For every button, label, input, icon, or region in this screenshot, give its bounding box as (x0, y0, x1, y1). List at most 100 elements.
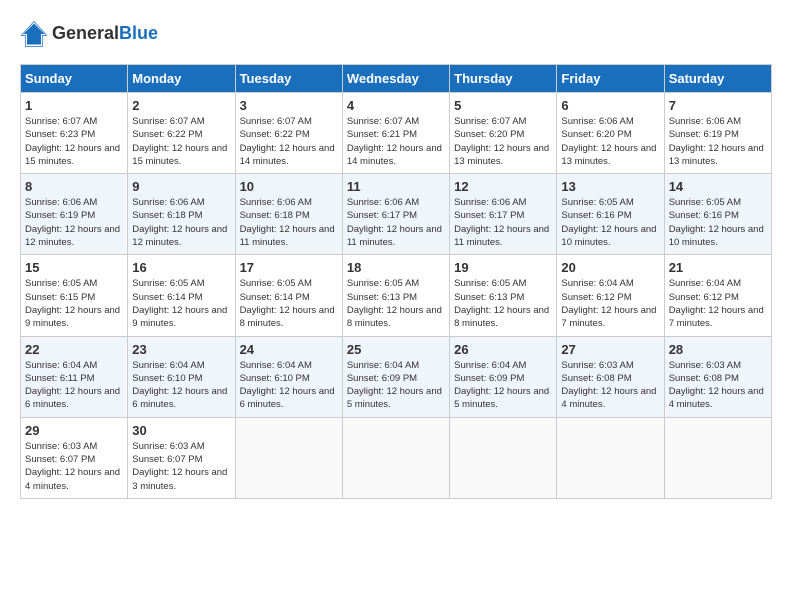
day-info: Sunrise: 6:04 AM Sunset: 6:12 PM Dayligh… (561, 277, 659, 330)
day-number: 22 (25, 342, 123, 357)
day-cell: 24 Sunrise: 6:04 AM Sunset: 6:10 PM Dayl… (235, 336, 342, 417)
day-cell: 22 Sunrise: 6:04 AM Sunset: 6:11 PM Dayl… (21, 336, 128, 417)
day-cell: 16 Sunrise: 6:05 AM Sunset: 6:14 PM Dayl… (128, 255, 235, 336)
day-cell: 4 Sunrise: 6:07 AM Sunset: 6:21 PM Dayli… (342, 93, 449, 174)
day-info: Sunrise: 6:05 AM Sunset: 6:15 PM Dayligh… (25, 277, 123, 330)
day-number: 2 (132, 98, 230, 113)
day-cell: 5 Sunrise: 6:07 AM Sunset: 6:20 PM Dayli… (450, 93, 557, 174)
day-cell: 3 Sunrise: 6:07 AM Sunset: 6:22 PM Dayli… (235, 93, 342, 174)
day-number: 26 (454, 342, 552, 357)
day-number: 1 (25, 98, 123, 113)
day-cell: 17 Sunrise: 6:05 AM Sunset: 6:14 PM Dayl… (235, 255, 342, 336)
col-header-saturday: Saturday (664, 65, 771, 93)
day-number: 5 (454, 98, 552, 113)
day-number: 17 (240, 260, 338, 275)
day-number: 11 (347, 179, 445, 194)
day-info: Sunrise: 6:07 AM Sunset: 6:20 PM Dayligh… (454, 115, 552, 168)
logo-icon (20, 20, 48, 48)
day-info: Sunrise: 6:05 AM Sunset: 6:13 PM Dayligh… (454, 277, 552, 330)
day-cell (235, 417, 342, 498)
day-info: Sunrise: 6:03 AM Sunset: 6:08 PM Dayligh… (669, 359, 767, 412)
day-info: Sunrise: 6:07 AM Sunset: 6:23 PM Dayligh… (25, 115, 123, 168)
day-cell: 9 Sunrise: 6:06 AM Sunset: 6:18 PM Dayli… (128, 174, 235, 255)
day-number: 30 (132, 423, 230, 438)
day-cell: 6 Sunrise: 6:06 AM Sunset: 6:20 PM Dayli… (557, 93, 664, 174)
day-info: Sunrise: 6:03 AM Sunset: 6:07 PM Dayligh… (25, 440, 123, 493)
day-number: 10 (240, 179, 338, 194)
day-cell: 18 Sunrise: 6:05 AM Sunset: 6:13 PM Dayl… (342, 255, 449, 336)
day-info: Sunrise: 6:05 AM Sunset: 6:14 PM Dayligh… (240, 277, 338, 330)
day-number: 16 (132, 260, 230, 275)
day-number: 29 (25, 423, 123, 438)
day-info: Sunrise: 6:06 AM Sunset: 6:18 PM Dayligh… (240, 196, 338, 249)
day-cell: 27 Sunrise: 6:03 AM Sunset: 6:08 PM Dayl… (557, 336, 664, 417)
col-header-friday: Friday (557, 65, 664, 93)
day-cell: 21 Sunrise: 6:04 AM Sunset: 6:12 PM Dayl… (664, 255, 771, 336)
day-cell: 19 Sunrise: 6:05 AM Sunset: 6:13 PM Dayl… (450, 255, 557, 336)
week-row-3: 15 Sunrise: 6:05 AM Sunset: 6:15 PM Dayl… (21, 255, 772, 336)
day-cell: 12 Sunrise: 6:06 AM Sunset: 6:17 PM Dayl… (450, 174, 557, 255)
day-info: Sunrise: 6:04 AM Sunset: 6:12 PM Dayligh… (669, 277, 767, 330)
day-cell (342, 417, 449, 498)
week-row-2: 8 Sunrise: 6:06 AM Sunset: 6:19 PM Dayli… (21, 174, 772, 255)
day-info: Sunrise: 6:06 AM Sunset: 6:19 PM Dayligh… (669, 115, 767, 168)
day-number: 21 (669, 260, 767, 275)
day-cell: 26 Sunrise: 6:04 AM Sunset: 6:09 PM Dayl… (450, 336, 557, 417)
day-info: Sunrise: 6:07 AM Sunset: 6:22 PM Dayligh… (240, 115, 338, 168)
day-info: Sunrise: 6:04 AM Sunset: 6:09 PM Dayligh… (347, 359, 445, 412)
week-row-4: 22 Sunrise: 6:04 AM Sunset: 6:11 PM Dayl… (21, 336, 772, 417)
day-cell: 11 Sunrise: 6:06 AM Sunset: 6:17 PM Dayl… (342, 174, 449, 255)
day-info: Sunrise: 6:07 AM Sunset: 6:21 PM Dayligh… (347, 115, 445, 168)
day-cell: 7 Sunrise: 6:06 AM Sunset: 6:19 PM Dayli… (664, 93, 771, 174)
day-info: Sunrise: 6:05 AM Sunset: 6:14 PM Dayligh… (132, 277, 230, 330)
day-cell: 25 Sunrise: 6:04 AM Sunset: 6:09 PM Dayl… (342, 336, 449, 417)
day-cell: 28 Sunrise: 6:03 AM Sunset: 6:08 PM Dayl… (664, 336, 771, 417)
day-number: 15 (25, 260, 123, 275)
day-cell: 2 Sunrise: 6:07 AM Sunset: 6:22 PM Dayli… (128, 93, 235, 174)
day-cell: 8 Sunrise: 6:06 AM Sunset: 6:19 PM Dayli… (21, 174, 128, 255)
day-cell: 1 Sunrise: 6:07 AM Sunset: 6:23 PM Dayli… (21, 93, 128, 174)
day-info: Sunrise: 6:05 AM Sunset: 6:16 PM Dayligh… (561, 196, 659, 249)
day-number: 6 (561, 98, 659, 113)
week-row-1: 1 Sunrise: 6:07 AM Sunset: 6:23 PM Dayli… (21, 93, 772, 174)
day-info: Sunrise: 6:06 AM Sunset: 6:19 PM Dayligh… (25, 196, 123, 249)
day-cell: 23 Sunrise: 6:04 AM Sunset: 6:10 PM Dayl… (128, 336, 235, 417)
day-info: Sunrise: 6:04 AM Sunset: 6:11 PM Dayligh… (25, 359, 123, 412)
day-number: 12 (454, 179, 552, 194)
day-info: Sunrise: 6:06 AM Sunset: 6:17 PM Dayligh… (454, 196, 552, 249)
week-row-5: 29 Sunrise: 6:03 AM Sunset: 6:07 PM Dayl… (21, 417, 772, 498)
day-info: Sunrise: 6:03 AM Sunset: 6:07 PM Dayligh… (132, 440, 230, 493)
day-info: Sunrise: 6:05 AM Sunset: 6:16 PM Dayligh… (669, 196, 767, 249)
day-number: 7 (669, 98, 767, 113)
calendar-table: SundayMondayTuesdayWednesdayThursdayFrid… (20, 64, 772, 499)
day-number: 27 (561, 342, 659, 357)
day-number: 4 (347, 98, 445, 113)
day-info: Sunrise: 6:03 AM Sunset: 6:08 PM Dayligh… (561, 359, 659, 412)
day-info: Sunrise: 6:05 AM Sunset: 6:13 PM Dayligh… (347, 277, 445, 330)
day-number: 8 (25, 179, 123, 194)
day-info: Sunrise: 6:04 AM Sunset: 6:10 PM Dayligh… (240, 359, 338, 412)
col-header-thursday: Thursday (450, 65, 557, 93)
day-info: Sunrise: 6:06 AM Sunset: 6:18 PM Dayligh… (132, 196, 230, 249)
day-info: Sunrise: 6:04 AM Sunset: 6:09 PM Dayligh… (454, 359, 552, 412)
day-cell (664, 417, 771, 498)
day-number: 19 (454, 260, 552, 275)
day-cell: 15 Sunrise: 6:05 AM Sunset: 6:15 PM Dayl… (21, 255, 128, 336)
col-header-monday: Monday (128, 65, 235, 93)
day-cell: 20 Sunrise: 6:04 AM Sunset: 6:12 PM Dayl… (557, 255, 664, 336)
day-number: 28 (669, 342, 767, 357)
day-number: 18 (347, 260, 445, 275)
col-header-sunday: Sunday (21, 65, 128, 93)
page-header: GeneralBlue (20, 20, 772, 48)
day-info: Sunrise: 6:06 AM Sunset: 6:17 PM Dayligh… (347, 196, 445, 249)
day-info: Sunrise: 6:04 AM Sunset: 6:10 PM Dayligh… (132, 359, 230, 412)
day-number: 25 (347, 342, 445, 357)
day-cell: 30 Sunrise: 6:03 AM Sunset: 6:07 PM Dayl… (128, 417, 235, 498)
day-number: 23 (132, 342, 230, 357)
day-cell: 13 Sunrise: 6:05 AM Sunset: 6:16 PM Dayl… (557, 174, 664, 255)
day-cell: 29 Sunrise: 6:03 AM Sunset: 6:07 PM Dayl… (21, 417, 128, 498)
logo: GeneralBlue (20, 20, 158, 48)
day-cell: 14 Sunrise: 6:05 AM Sunset: 6:16 PM Dayl… (664, 174, 771, 255)
day-number: 13 (561, 179, 659, 194)
day-cell: 10 Sunrise: 6:06 AM Sunset: 6:18 PM Dayl… (235, 174, 342, 255)
